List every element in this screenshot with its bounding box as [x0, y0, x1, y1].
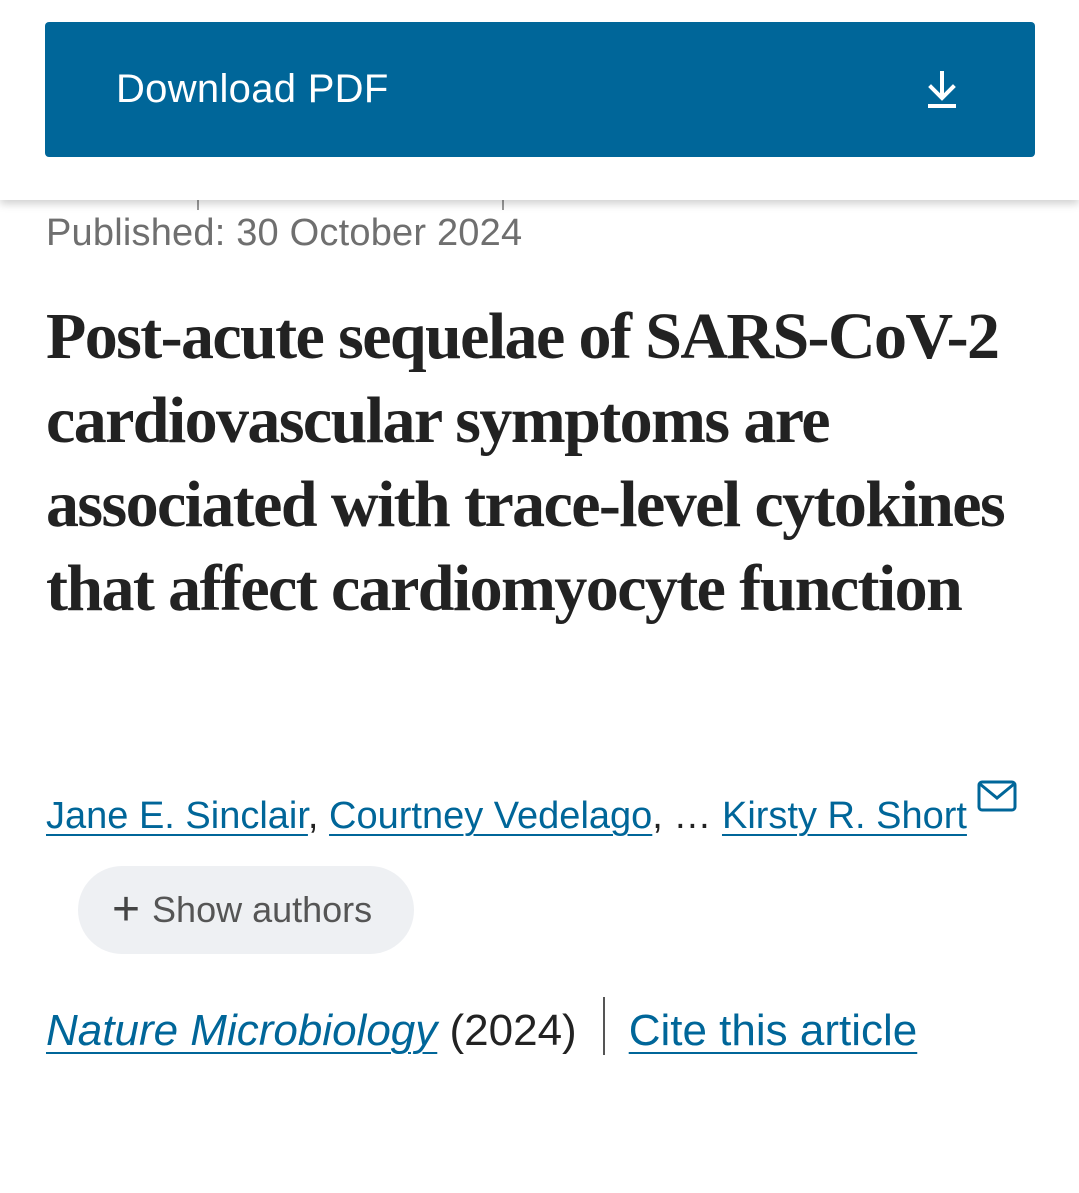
publication-year: (2024) [449, 1006, 577, 1055]
author-link[interactable]: Jane E. Sinclair [46, 795, 308, 837]
author-separator: , [652, 795, 663, 837]
journal-link[interactable]: Nature Microbiology [46, 1006, 437, 1055]
show-authors-button[interactable]: + Show authors [78, 865, 415, 954]
sticky-download-bar: Download PDF [0, 0, 1079, 200]
mail-icon[interactable] [977, 780, 1017, 814]
article-title: Post-acute sequelae of SARS-CoV-2 cardio… [46, 300, 1006, 625]
article-page: Download PDF Published: 30 October 2024 … [0, 0, 1079, 1193]
author-list: Jane E. Sinclair, Courtney Vedelago, … K… [46, 770, 1036, 954]
download-pdf-button[interactable]: Download PDF [45, 22, 1035, 157]
download-icon [928, 70, 956, 108]
published-date: Published: 30 October 2024 [46, 212, 523, 254]
plus-icon: + [112, 882, 141, 936]
show-authors-label: Show authors [152, 888, 373, 930]
cite-this-article-link[interactable]: Cite this article [629, 1006, 918, 1055]
citation-line: Nature Microbiology (2024) Cite this arti… [46, 985, 1036, 1077]
author-separator: , [307, 795, 319, 837]
author-ellipsis: … [673, 795, 712, 837]
author-link[interactable]: Courtney Vedelago [329, 795, 652, 837]
corresponding-author-link[interactable]: Kirsty R. Short [722, 795, 967, 837]
citation-divider [602, 997, 605, 1055]
download-pdf-label: Download PDF [116, 67, 389, 111]
